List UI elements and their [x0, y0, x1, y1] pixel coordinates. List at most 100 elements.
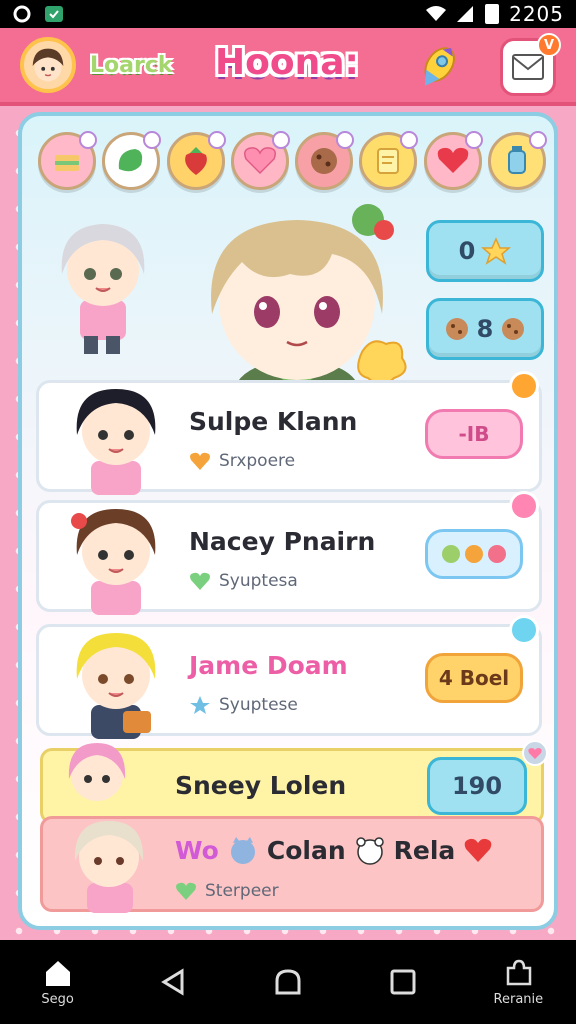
nav-profile-label: Reranie [493, 991, 544, 1007]
brown-hair-character [61, 497, 171, 619]
heart-icon [190, 452, 210, 470]
friend-card-2[interactable]: Nacey Pnairn Syuptesa [36, 491, 542, 615]
sticker-badge [336, 131, 355, 149]
yellow-hair-character [61, 621, 171, 743]
sandwich-icon [55, 155, 79, 171]
main-panel: 0 8 Sulpe Klann Srxpoere -IB Nacey Pnair… [18, 112, 558, 930]
friend-name-part: Rela [393, 835, 456, 865]
mail-badge: V [537, 33, 561, 57]
notification-dot [509, 491, 539, 521]
notification-dot [509, 371, 539, 401]
friend-card-3[interactable]: Jame Doam Syuptese 4 Boel [36, 615, 542, 739]
bottle-icon [507, 146, 526, 174]
app-notification-icon [12, 5, 32, 23]
friend-name-part: Colan [266, 835, 346, 865]
messages-notification-icon [44, 5, 64, 23]
chat-bubble[interactable]: -IB [425, 409, 523, 459]
app-header: Loarck Hoona: V [0, 28, 576, 106]
friend-name: Nacey Pnairn [189, 527, 376, 556]
sticker-badge [79, 131, 97, 149]
status-bar: 2205 [0, 0, 576, 28]
cream-hair-character [74, 821, 144, 913]
clock: 2205 [509, 2, 564, 26]
sticker-6[interactable] [359, 131, 419, 190]
home-circle-icon [275, 969, 301, 995]
rocket-icon [424, 47, 455, 86]
chat-bubble[interactable] [425, 529, 523, 579]
stat-pill-cookies[interactable]: 8 [426, 298, 544, 360]
heart-icon [243, 147, 276, 175]
friend-card-5[interactable]: Wo Colan Rela Sterpeer [40, 816, 544, 913]
friend-name-part: Wo [175, 835, 219, 865]
sticker-8[interactable] [487, 131, 547, 190]
stat-pill-star[interactable]: 0 [426, 220, 544, 282]
friend-name: Sneey Lolen [175, 771, 347, 800]
heart-icon [176, 882, 196, 900]
mail-button[interactable]: V [500, 33, 561, 96]
nav-recents[interactable] [358, 967, 448, 997]
puzzle-icon [507, 959, 532, 985]
friend-score[interactable]: 190 [427, 757, 527, 815]
back-icon [160, 968, 184, 996]
stat-value-bottom: 8 [476, 315, 494, 343]
star-icon [481, 237, 512, 265]
white-bear-icon [355, 837, 384, 865]
user-avatar[interactable] [20, 37, 76, 93]
heart-badge-icon [522, 740, 548, 766]
nav-launcher[interactable] [243, 967, 333, 997]
sticker-badge [143, 131, 162, 149]
friend-card-1[interactable]: Sulpe Klann Srxpoere -IB [36, 371, 542, 495]
envelope-icon [512, 54, 544, 80]
chat-bubble-text: 4 Boel [438, 666, 510, 690]
sticker-7[interactable] [423, 131, 483, 190]
recents-icon [390, 969, 416, 995]
silver-hair-character[interactable] [48, 208, 158, 362]
cookie-icon [502, 318, 525, 340]
chat-bubble[interactable]: 4 Boel [425, 653, 523, 703]
strawberry-icon [184, 147, 207, 175]
friend-status-text: Syuptese [219, 695, 298, 715]
fruit-emoji-icon [442, 545, 506, 563]
user-name: Loarck [90, 52, 173, 78]
chat-bubble-text: -IB [458, 422, 490, 446]
nav-home[interactable]: Sego [13, 958, 103, 1007]
friend-name-group: Wo Colan Rela [175, 835, 493, 865]
wifi-icon [425, 5, 447, 23]
friend-name: Jame Doam [189, 651, 348, 680]
sticker-badge [271, 131, 290, 149]
friend-status: Syuptesa [189, 571, 298, 591]
cookie-icon [445, 318, 468, 340]
friend-status: Sterpeer [175, 881, 279, 901]
friend-status: Syuptese [189, 695, 298, 715]
blonde-main-character[interactable] [172, 202, 422, 406]
sticker-4[interactable] [230, 131, 290, 190]
nav-profile[interactable]: Reranie [473, 958, 563, 1007]
sticker-3[interactable] [166, 131, 226, 190]
nav-home-label: Sego [41, 991, 74, 1007]
red-heart-icon [437, 147, 468, 173]
sticker-row [38, 131, 547, 194]
sticker-5[interactable] [295, 131, 355, 190]
system-nav-bar: Sego Reranie [0, 940, 576, 1024]
sticker-badge [464, 131, 483, 149]
stat-value-top: 0 [458, 237, 476, 265]
friend-status-text: Srxpoere [219, 451, 296, 471]
rocket-button[interactable] [410, 38, 466, 96]
friend-status-text: Sterpeer [205, 881, 279, 901]
battery-icon [485, 4, 500, 24]
page-title: Hoona: [215, 42, 359, 83]
sticker-2[interactable] [102, 131, 162, 190]
friend-score-text: 190 [451, 772, 503, 800]
leaf-icon [119, 149, 143, 172]
nav-back[interactable] [128, 967, 218, 997]
star-icon [190, 696, 210, 714]
home-icon [45, 960, 70, 986]
featured-section: 0 8 [22, 204, 554, 406]
friend-status-text: Syuptesa [219, 571, 298, 591]
friend-status: Srxpoere [189, 451, 295, 471]
dark-hair-character [61, 377, 171, 499]
sticker-badge [528, 131, 547, 149]
sticker-1[interactable] [38, 131, 97, 190]
sticker-badge [400, 131, 419, 149]
pink-hair-character [68, 743, 126, 801]
